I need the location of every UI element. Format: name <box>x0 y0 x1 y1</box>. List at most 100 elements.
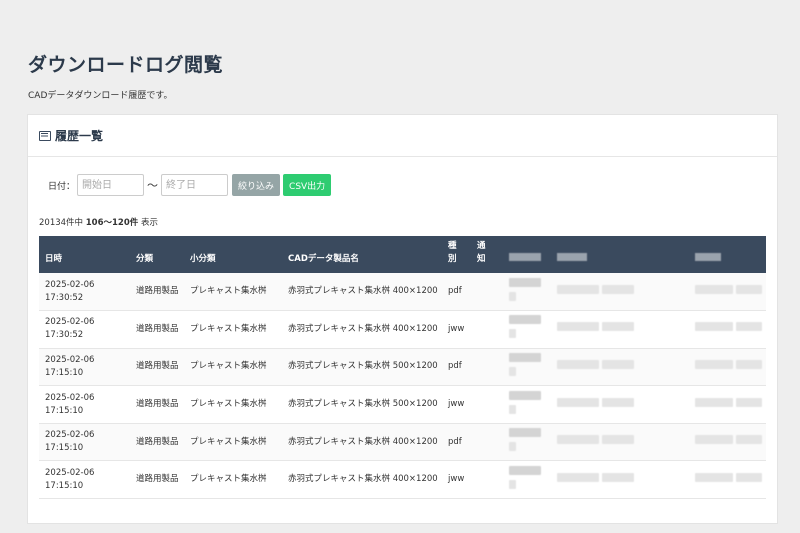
table-row: 2025-02-06 17:15:10 道路用製品 プレキャスト集水桝 赤羽式プレキャス… <box>39 423 766 462</box>
result-suffix: 表示 <box>138 218 158 228</box>
cell-date: 2025-02-06 <box>45 354 95 365</box>
cell-redacted-2 <box>551 310 689 349</box>
cell-redacted-3 <box>689 460 766 500</box>
cell-date: 2025-02-06 <box>45 392 95 403</box>
cell-type: jww <box>445 310 474 349</box>
cell-redacted-3 <box>689 348 766 387</box>
cell-redacted-2 <box>551 385 689 424</box>
cell-notify <box>474 348 503 387</box>
cell-product: 赤羽式プレキャスト集水桝 400×1200 <box>282 310 445 349</box>
header-redacted-1 <box>503 236 551 273</box>
csv-export-button[interactable]: CSV出力 <box>283 174 332 196</box>
cell-redacted-3 <box>689 423 766 462</box>
cell-category: 道路用製品 <box>130 385 184 424</box>
cell-product: 赤羽式プレキャスト集水桝 400×1200 <box>282 273 445 312</box>
header-category: 分類 <box>136 254 154 264</box>
cell-notify <box>474 460 503 500</box>
cell-subcategory: プレキャスト集水桝 <box>184 423 282 462</box>
start-date-input[interactable] <box>77 174 145 196</box>
cell-redacted-3 <box>689 310 766 349</box>
cell-product: 赤羽式プレキャスト集水桝 500×1200 <box>282 385 445 424</box>
cell-subcategory: プレキャスト集水桝 <box>184 385 282 424</box>
cell-time: 17:30:52 <box>45 330 84 341</box>
cell-redacted-2 <box>551 348 689 387</box>
header-type: 種別 <box>445 236 474 273</box>
cell-time: 17:30:52 <box>45 292 84 303</box>
cell-type: pdf <box>445 273 474 312</box>
date-range-separator: ～ <box>147 179 159 192</box>
table-row: 2025-02-06 17:15:10 道路用製品 プレキャスト集水桝 赤羽式プレキャス… <box>39 385 766 424</box>
cell-subcategory: プレキャスト集水桝 <box>184 273 282 312</box>
header-redacted-2 <box>551 236 689 273</box>
cell-category: 道路用製品 <box>130 460 184 500</box>
cell-redacted-1 <box>503 273 551 312</box>
header-product: CADデータ製品名 <box>288 254 359 264</box>
header-notify-text: 通知 <box>477 241 486 264</box>
cell-date: 2025-02-06 <box>45 467 95 478</box>
table-row: 2025-02-06 17:15:10 道路用製品 プレキャスト集水桝 赤羽式プレキャス… <box>39 460 766 500</box>
result-range: 106～120件 <box>85 218 139 228</box>
date-filter-label: 日付： <box>48 181 76 192</box>
cell-redacted-2 <box>551 460 689 500</box>
result-count: 20134件中 106～120件 表示 <box>39 216 158 228</box>
cell-datetime: 2025-02-06 17:15:10 <box>39 348 130 387</box>
table-row: 2025-02-06 17:15:10 道路用製品 プレキャスト集水桝 赤羽式プレキャス… <box>39 348 766 387</box>
cell-type: pdf <box>445 348 474 387</box>
cell-category: 道路用製品 <box>130 423 184 462</box>
cell-product: 赤羽式プレキャスト集水桝 400×1200 <box>282 460 445 500</box>
cell-datetime: 2025-02-06 17:15:10 <box>39 423 130 462</box>
history-table-wrapper[interactable]: 日時 分類 小分類 CADデータ製品名 種別 通知 2025-02-06 17:3… <box>39 236 766 525</box>
filter-button[interactable]: 絞り込み <box>232 174 281 196</box>
list-icon <box>39 130 51 141</box>
cell-notify <box>474 423 503 462</box>
date-filter: 日付： ～ 絞り込み CSV出力 <box>48 174 332 196</box>
cell-product: 赤羽式プレキャスト集水桝 400×1200 <box>282 423 445 462</box>
cell-redacted-2 <box>551 273 689 312</box>
table-row: 2025-02-06 17:30:52 道路用製品 プレキャスト集水桝 赤羽式プレキャス… <box>39 310 766 349</box>
cell-datetime: 2025-02-06 17:30:52 <box>39 273 130 312</box>
cell-category: 道路用製品 <box>130 348 184 387</box>
cell-subcategory: プレキャスト集水桝 <box>184 348 282 387</box>
cell-date: 2025-02-06 <box>45 279 95 290</box>
cell-time: 17:15:10 <box>45 480 84 491</box>
history-table: 日時 分類 小分類 CADデータ製品名 種別 通知 2025-02-06 17:3… <box>39 236 766 500</box>
cell-category: 道路用製品 <box>130 310 184 349</box>
cell-redacted-2 <box>551 423 689 462</box>
cell-datetime: 2025-02-06 17:15:10 <box>39 460 130 500</box>
cell-datetime: 2025-02-06 17:15:10 <box>39 385 130 424</box>
page-description: CADデータダウンロード履歴です。 <box>28 91 173 101</box>
cell-redacted-1 <box>503 310 551 349</box>
header-subcategory: 小分類 <box>190 254 216 264</box>
header-notify: 通知 <box>474 236 503 273</box>
header-datetime: 日時 <box>45 254 63 264</box>
cell-date: 2025-02-06 <box>45 317 95 328</box>
header-type-text: 種別 <box>448 241 457 264</box>
cell-redacted-1 <box>503 348 551 387</box>
cell-redacted-1 <box>503 423 551 462</box>
cell-redacted-1 <box>503 385 551 424</box>
cell-notify <box>474 385 503 424</box>
cell-datetime: 2025-02-06 17:30:52 <box>39 310 130 349</box>
table-row: 2025-02-06 17:30:52 道路用製品 プレキャスト集水桝 赤羽式プレキャス… <box>39 273 766 312</box>
history-card: 履歴一覧 日付： ～ 絞り込み CSV出力 20134件中 106～120件 表… <box>27 114 778 524</box>
cell-redacted-3 <box>689 273 766 312</box>
cell-type: pdf <box>445 423 474 462</box>
cell-redacted-3 <box>689 385 766 424</box>
cell-subcategory: プレキャスト集水桝 <box>184 310 282 349</box>
cell-redacted-1 <box>503 460 551 500</box>
cell-notify <box>474 273 503 312</box>
cell-time: 17:15:10 <box>45 405 84 416</box>
table-header-row: 日時 分類 小分類 CADデータ製品名 種別 通知 <box>39 236 766 273</box>
page-title: ダウンロードログ閲覧 <box>28 54 224 76</box>
cell-subcategory: プレキャスト集水桝 <box>184 460 282 500</box>
card-title: 履歴一覧 <box>55 129 104 143</box>
cell-type: jww <box>445 460 474 500</box>
cell-time: 17:15:10 <box>45 443 84 454</box>
cell-notify <box>474 310 503 349</box>
cell-type: jww <box>445 385 474 424</box>
result-total: 20134件中 <box>39 218 86 228</box>
cell-date: 2025-02-06 <box>45 430 95 441</box>
cell-product: 赤羽式プレキャスト集水桝 500×1200 <box>282 348 445 387</box>
end-date-input[interactable] <box>161 174 229 196</box>
card-header: 履歴一覧 <box>28 115 777 157</box>
